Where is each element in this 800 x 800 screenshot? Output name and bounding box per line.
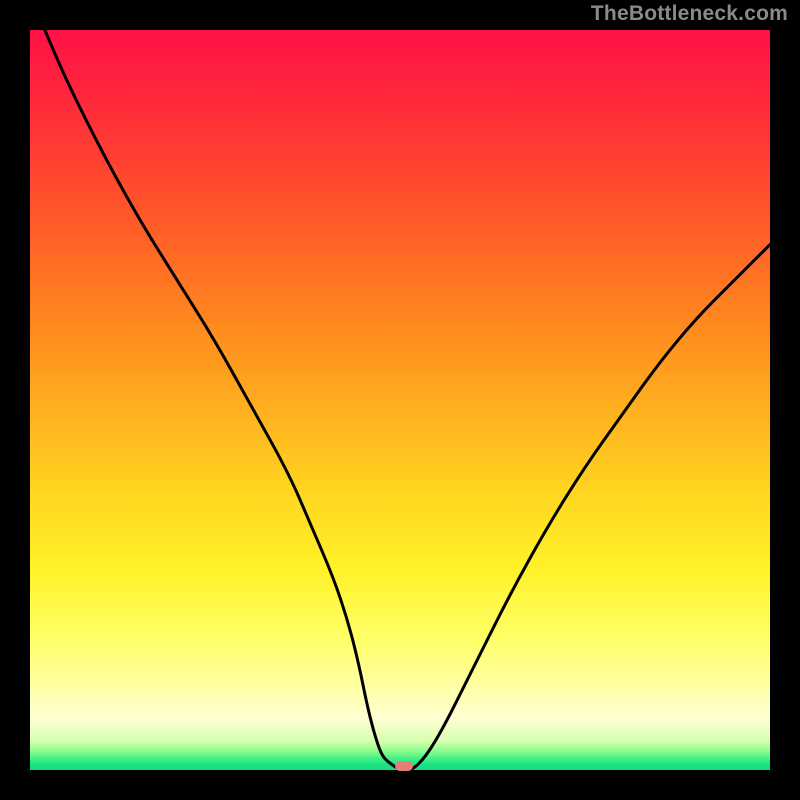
bottleneck-curve xyxy=(30,30,770,770)
watermark-text: TheBottleneck.com xyxy=(591,2,788,26)
chart-frame: TheBottleneck.com xyxy=(0,0,800,800)
min-marker xyxy=(395,761,413,771)
